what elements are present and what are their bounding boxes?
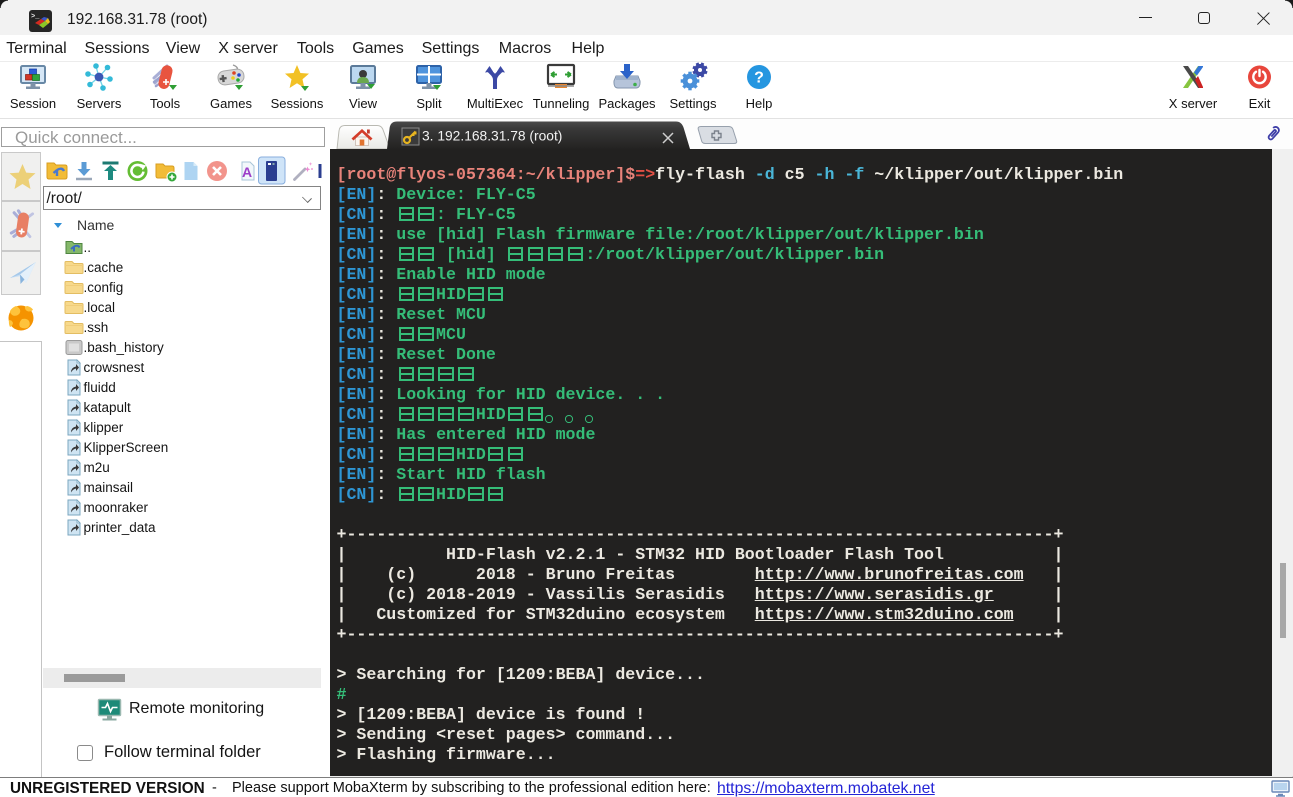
- svg-text:A: A: [242, 164, 252, 180]
- svg-text:3. 192.168.31.78 (root): 3. 192.168.31.78 (root): [422, 129, 562, 144]
- svg-text:>_: >_: [31, 13, 40, 21]
- svg-text:?: ?: [754, 70, 764, 87]
